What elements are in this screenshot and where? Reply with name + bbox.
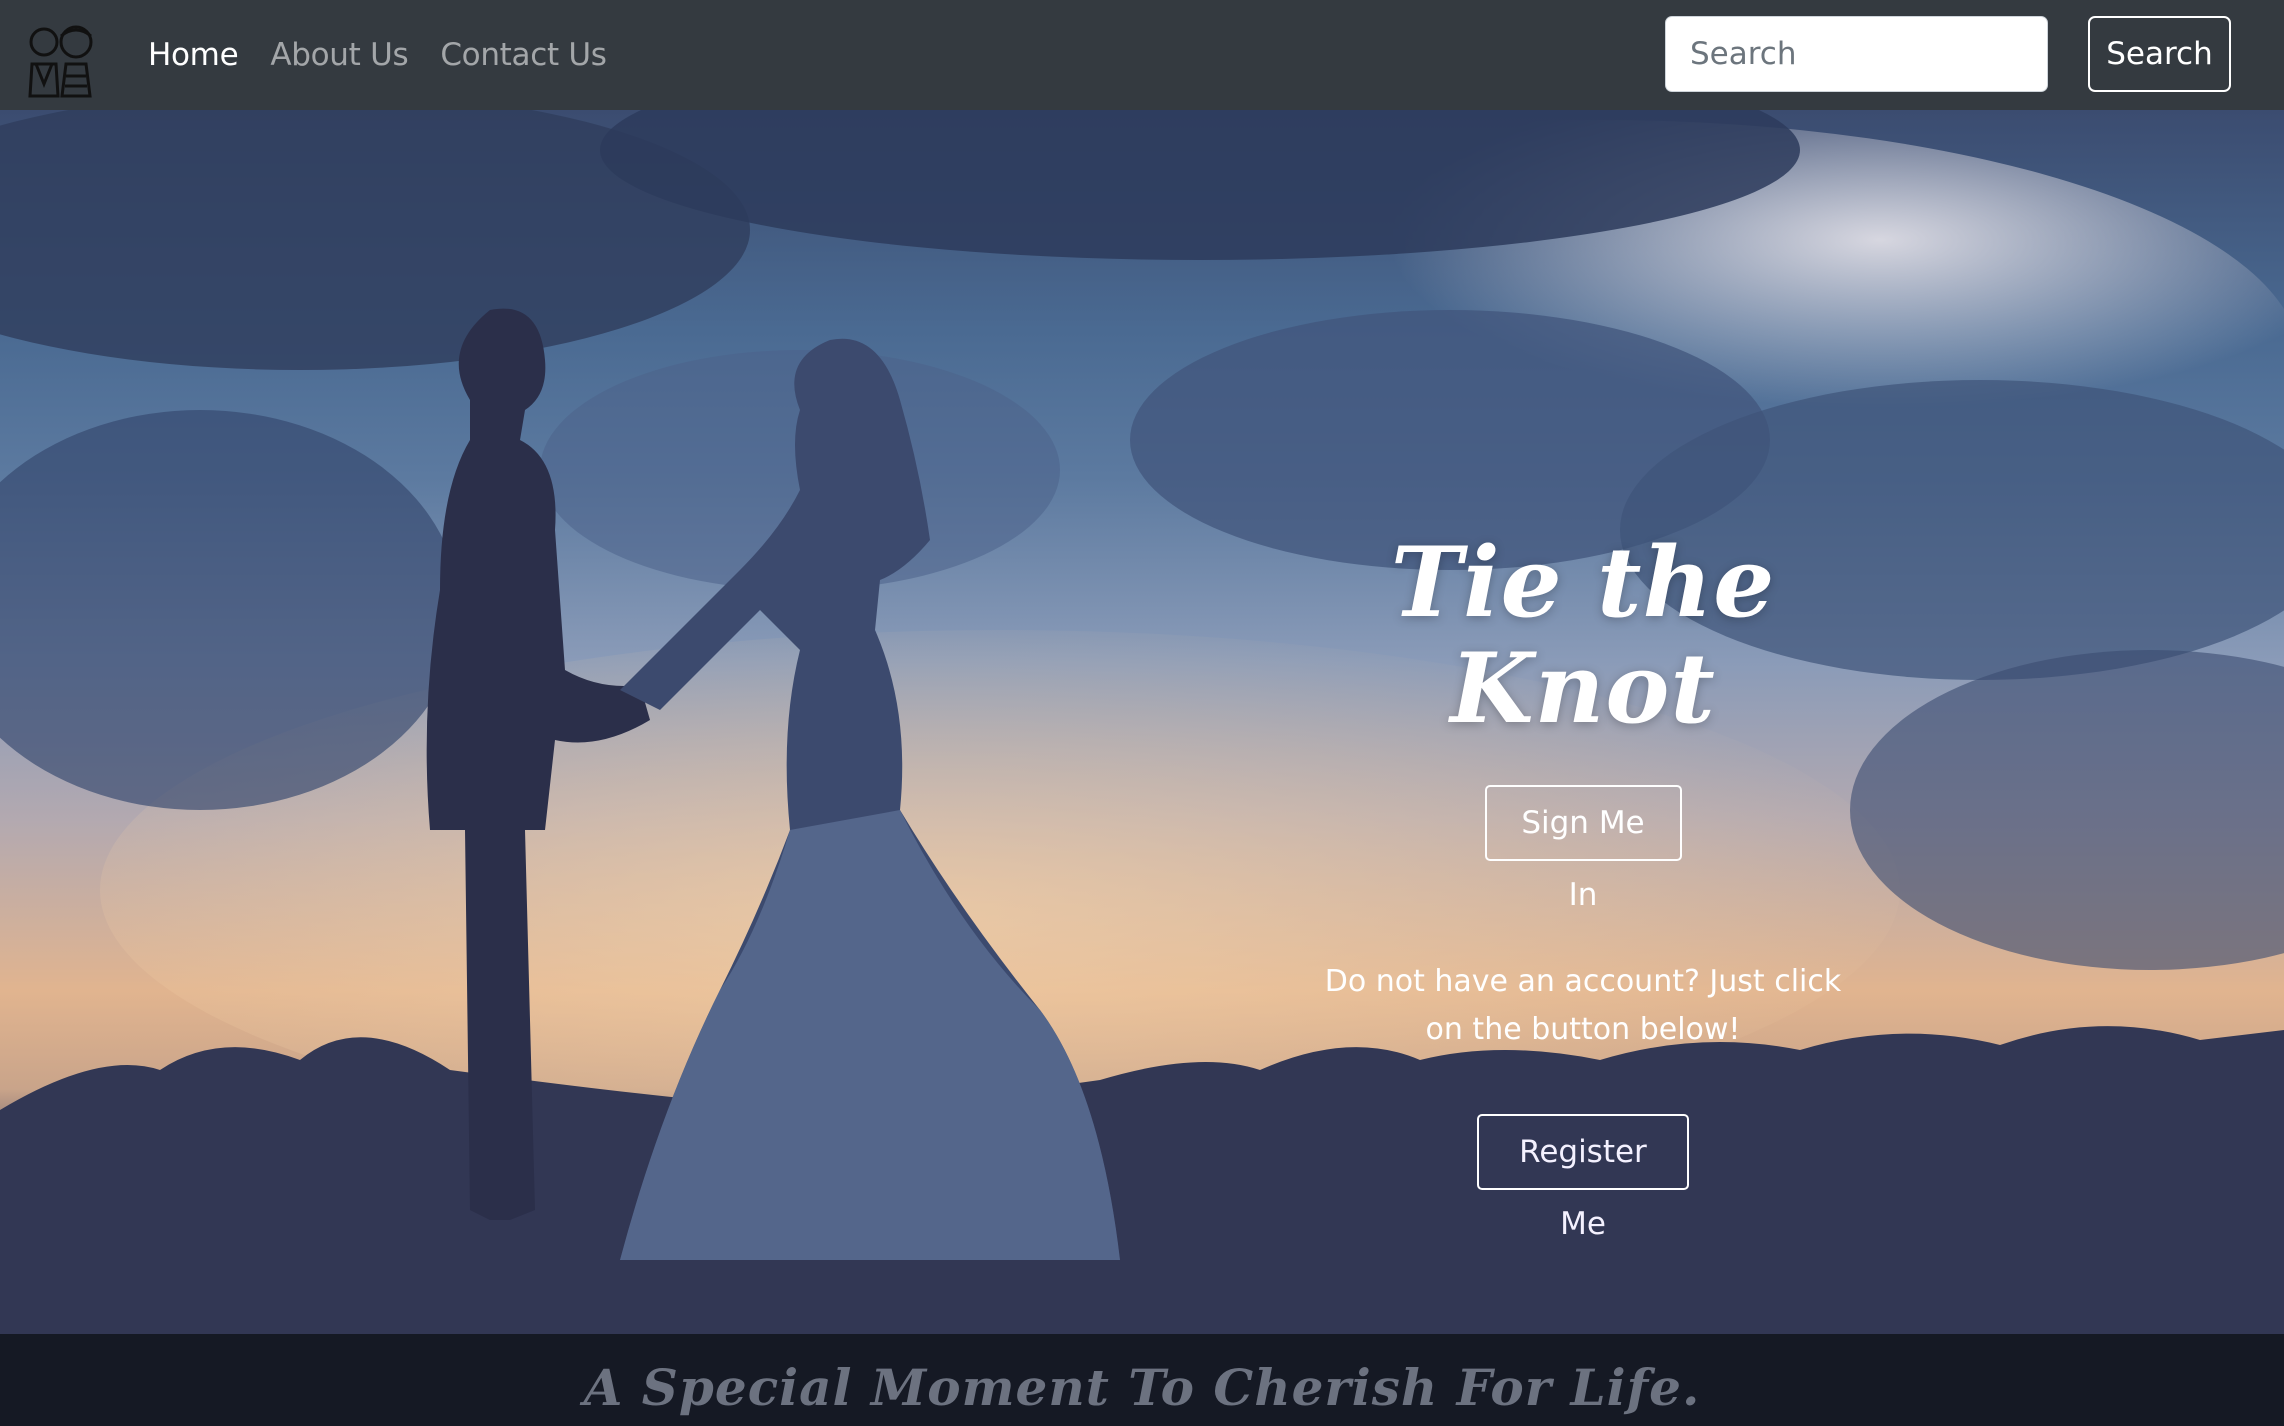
top-navbar: Home About Us Contact Us Search	[0, 0, 2284, 110]
sign-in-button[interactable]: Sign Me In	[1484, 785, 1682, 913]
bride-groom-logo-icon[interactable]	[24, 24, 100, 100]
nav-link-about-us[interactable]: About Us	[270, 37, 408, 73]
nav-link-home[interactable]: Home	[148, 37, 239, 73]
search-input[interactable]	[1665, 16, 2048, 92]
register-prompt-text: Do not have an account? Just click on th…	[1324, 964, 1842, 1048]
wedding-couple-silhouette-photo	[0, 110, 2284, 1334]
search-button[interactable]: Search	[2088, 16, 2231, 92]
nav-link-contact-us[interactable]: Contact Us	[440, 37, 607, 73]
hero-title: Tie the Knot	[1390, 526, 1776, 745]
hero-section: Tie the Knot Sign Me In Do not have an a…	[0, 110, 2284, 1334]
footer: A Special Moment To Cherish For Life.	[0, 1334, 2284, 1426]
hero-content: Tie the Knot Sign Me In Do not have an a…	[1283, 526, 1883, 1243]
nav-links: Home About Us Contact Us	[148, 0, 607, 110]
footer-tagline: A Special Moment To Cherish For Life.	[583, 1357, 1701, 1417]
register-button[interactable]: Register Me	[1477, 1114, 1689, 1242]
